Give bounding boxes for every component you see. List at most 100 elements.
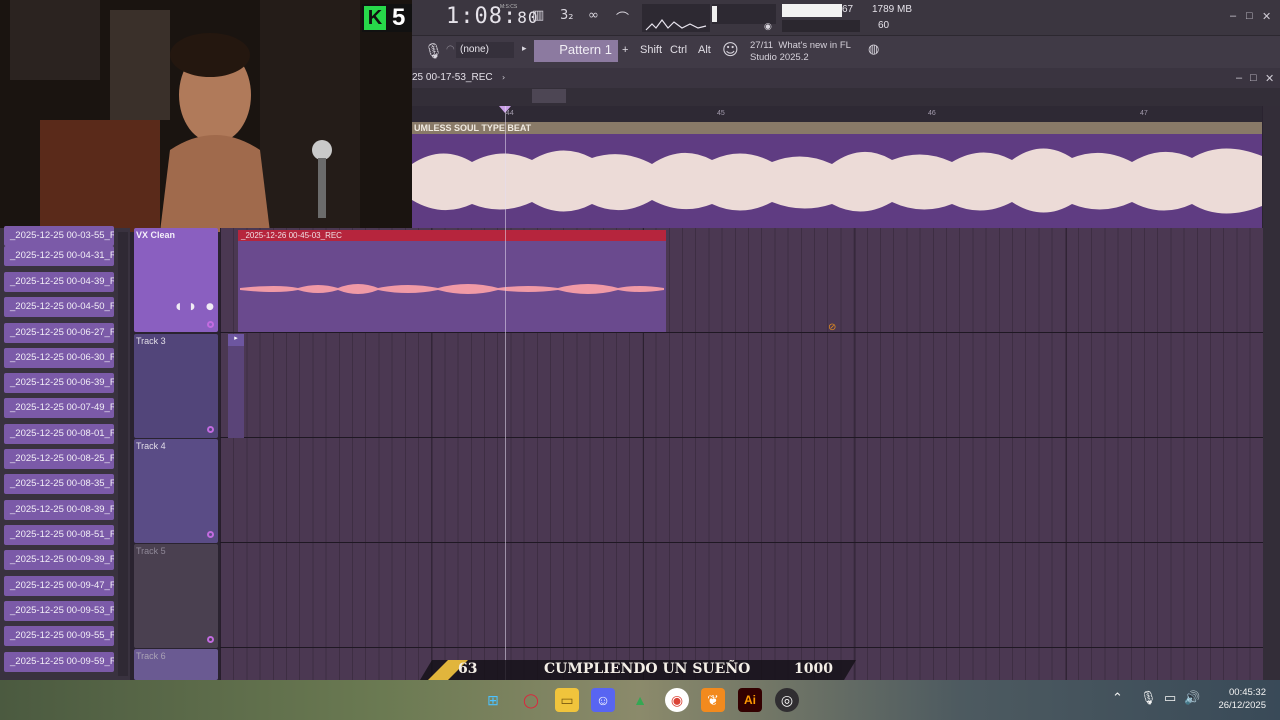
browser-item[interactable]: _2025-12-25 00-08-01_R... [4, 424, 114, 444]
google-drive-icon[interactable]: ▲ [628, 688, 652, 712]
oscilloscope [642, 4, 710, 32]
obs-icon[interactable]: ◎ [775, 688, 799, 712]
browser-item[interactable]: _2025-12-25 00-04-31_R... [4, 246, 114, 266]
webcam-image [0, 0, 412, 232]
news-date: 27/11 [750, 40, 774, 51]
track-enable-dot[interactable] [207, 321, 214, 328]
track-enable-dot[interactable] [207, 531, 214, 538]
close-button[interactable]: ✕ [1262, 10, 1271, 23]
volume-icon[interactable]: 🔊 [1184, 690, 1200, 706]
pattern-none-selector[interactable]: (none) [456, 42, 514, 58]
clock-date: 26/12/2025 [1218, 700, 1266, 711]
microphone-icon[interactable]: 🎙 [424, 42, 443, 60]
track-divider [220, 332, 1263, 333]
browser-item[interactable]: _2025-12-25 00-07-49_R... [4, 398, 114, 418]
browser-item[interactable]: _2025-12-25 00-06-39_R... [4, 373, 114, 393]
vx-audio-clip[interactable] [238, 230, 666, 332]
arrow-right-icon[interactable]: ▸ [522, 44, 527, 54]
headphones-icon[interactable]: ◠ [446, 44, 455, 55]
fl-studio-icon[interactable]: ❦ [701, 688, 725, 712]
record-dot-icon[interactable]: ● [206, 302, 214, 312]
track-enable-dot[interactable] [207, 426, 214, 433]
badge-number: 5 [392, 4, 406, 31]
browser-item[interactable]: _2025-12-25 00-08-25_R... [4, 449, 114, 469]
slider-handle[interactable] [712, 6, 717, 22]
browser-item[interactable]: _2025-12-25 00-08-35_R... [4, 474, 114, 494]
song-time-display[interactable]: 1:08:80 [446, 4, 539, 29]
track-enable-dot[interactable] [207, 636, 214, 643]
mute-icon[interactable]: ◗ [190, 302, 195, 312]
news-icon[interactable]: ☺ [722, 40, 739, 59]
playlist-close-button[interactable]: ✕ [1265, 72, 1274, 85]
track3-small-clip[interactable] [228, 334, 244, 438]
browser-item[interactable]: _2025-12-25 00-06-27_R... [4, 323, 114, 343]
playlist-minimize-button[interactable]: – [1236, 72, 1242, 84]
browser-item[interactable]: _2025-12-25 00-08-51_R... [4, 525, 114, 545]
add-pattern-button[interactable]: + [622, 44, 628, 56]
browser-item[interactable]: _2025-12-25 00-03-55_R... [4, 226, 114, 246]
playlist-horizontal-scroll[interactable] [412, 88, 1280, 106]
browser-item[interactable]: _2025-12-25 00-04-39_R... [4, 272, 114, 292]
alt-key-button[interactable]: Alt [698, 44, 711, 56]
playlist-restore-button[interactable]: □ [1250, 72, 1257, 84]
playlist-vertical-scroll[interactable] [1263, 106, 1280, 680]
browser-item[interactable]: _2025-12-25 00-08-39_R... [4, 500, 114, 520]
chevron-up-icon[interactable]: ⌃ [1112, 690, 1123, 706]
browser-item[interactable]: _2025-12-25 00-09-39_R... [4, 550, 114, 570]
news-panel[interactable]: 27/11 What's new in FL Studio 2025.2 [750, 40, 851, 64]
vx-clip-header[interactable]: _2025-12-26 00-45-03_REC [238, 230, 666, 241]
microphone-tray-icon[interactable]: 🎙 [1140, 690, 1157, 706]
pattern-selector[interactable]: Pattern 1 [534, 40, 618, 62]
eye-icon[interactable]: ◉ [764, 22, 772, 32]
playlist-header [412, 68, 1280, 88]
track-header-3[interactable] [134, 334, 218, 438]
browser-item[interactable]: _2025-12-25 00-09-59_R... [4, 652, 114, 672]
restore-button[interactable]: □ [1246, 10, 1253, 22]
browser-item[interactable]: _2025-12-25 00-09-47_R... [4, 576, 114, 596]
illustrator-icon[interactable]: Ai [738, 688, 762, 712]
beat-clip-waveform[interactable] [412, 134, 1262, 228]
beat-clip-header[interactable]: UMLESS SOUL TYPE BEAT [412, 122, 1262, 134]
news-line-1: What's new in FL [778, 40, 851, 51]
overlay-right-number: 1000 [794, 661, 833, 677]
network-icon[interactable]: ▭ [1164, 690, 1176, 706]
globe-icon[interactable]: ◍ [868, 42, 879, 57]
beat-waveform-graph [412, 148, 1262, 214]
track-header-5[interactable] [134, 544, 218, 648]
memory-value: 1789 MB [872, 4, 913, 15]
taskbar-clock[interactable]: 00:45:32 26/12/2025 [1206, 686, 1266, 712]
scroll-thumb[interactable] [532, 89, 566, 103]
badge-letter: K [364, 6, 386, 30]
browser-item[interactable]: _2025-12-25 00-09-53_R... [4, 601, 114, 621]
shift-key-button[interactable]: Shift [640, 44, 662, 56]
opera-icon[interactable]: ◯ [519, 688, 543, 712]
windows-start-icon[interactable]: ⊞ [481, 688, 505, 712]
ruler-bar-45: 45 [717, 110, 725, 117]
chevron-right-icon[interactable]: › [502, 73, 505, 82]
file-explorer-icon[interactable]: ▭ [555, 688, 579, 712]
track-name-5: Track 5 [136, 546, 166, 556]
timeline-ruler[interactable] [412, 106, 1262, 122]
ruler-bar-46: 46 [928, 110, 936, 117]
track-divider [220, 437, 1263, 438]
time-unit-label: M:S:CS [500, 4, 518, 10]
minimize-button[interactable]: – [1230, 10, 1236, 22]
tempo-icon[interactable]: 3₂ [560, 8, 573, 23]
loop-icon[interactable]: ∞ [588, 8, 599, 23]
browser-item[interactable]: _2025-12-25 00-09-55_R... [4, 626, 114, 646]
chrome-icon[interactable]: ◉ [665, 688, 689, 712]
piano-icon[interactable]: ▥ [532, 8, 544, 23]
ctrl-key-button[interactable]: Ctrl [670, 44, 687, 56]
playhead-line [505, 106, 506, 680]
track3-clip-header[interactable]: ▸ [228, 334, 244, 346]
webcam-overlay [0, 0, 412, 232]
speaker-icon[interactable]: ◖ [176, 302, 181, 312]
discord-icon[interactable]: ☺ [591, 688, 615, 712]
browser-item[interactable]: _2025-12-25 00-06-30_R... [4, 348, 114, 368]
track-header-vx[interactable] [134, 228, 218, 332]
master-pitch-slider[interactable] [712, 4, 776, 24]
metronome-icon[interactable]: ⌒ [616, 8, 629, 27]
browser-item[interactable]: _2025-12-25 00-04-50_R... [4, 297, 114, 317]
track-header-4[interactable] [134, 439, 218, 543]
browser-scrollbar[interactable] [118, 232, 128, 676]
